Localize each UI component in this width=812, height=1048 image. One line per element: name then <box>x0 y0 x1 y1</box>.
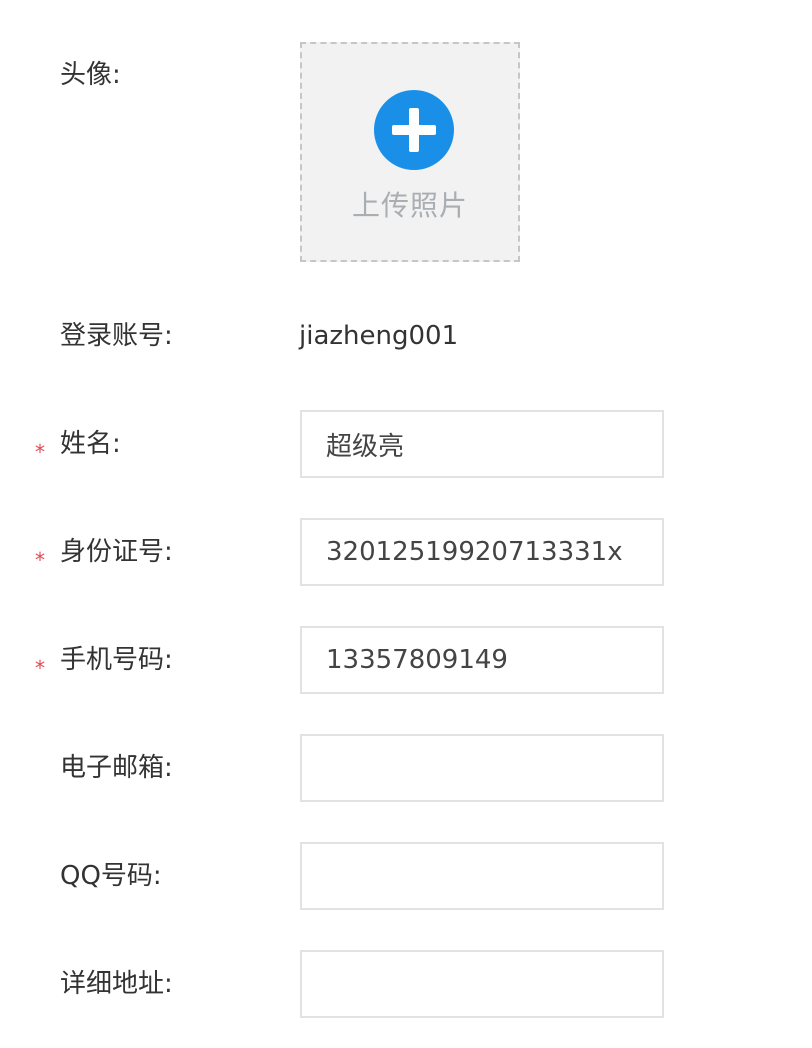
qq-label: QQ号码: <box>60 861 162 891</box>
address-input[interactable] <box>300 950 664 1018</box>
email-label: 电子邮箱: <box>60 753 173 783</box>
id-number-input[interactable] <box>300 518 664 586</box>
plus-circle-icon <box>374 90 454 170</box>
email-row: 电子邮箱: <box>0 734 812 802</box>
avatar-row: 头像: 上传照片 <box>0 0 812 280</box>
phone-row: * 手机号码: <box>0 626 812 694</box>
upload-photo-label: 上传照片 <box>351 189 468 222</box>
address-row: 详细地址: <box>0 950 812 1018</box>
qq-row: QQ号码: <box>0 842 812 910</box>
id-number-row: * 身份证号: <box>0 518 812 586</box>
required-mark: * <box>35 440 45 464</box>
profile-form: 头像: 上传照片 登录账号: jiazheng001 * 姓名: * 身份证号:… <box>0 0 812 1048</box>
address-label: 详细地址: <box>60 969 173 999</box>
required-mark: * <box>35 548 45 572</box>
login-account-row: 登录账号: jiazheng001 <box>0 300 812 380</box>
upload-photo-button[interactable]: 上传照片 <box>300 42 520 262</box>
login-account-label: 登录账号: <box>60 321 173 351</box>
required-mark: * <box>35 656 45 680</box>
qq-input[interactable] <box>300 842 664 910</box>
name-input[interactable] <box>300 410 664 478</box>
phone-input[interactable] <box>300 626 664 694</box>
name-row: * 姓名: <box>0 410 812 478</box>
avatar-label: 头像: <box>60 60 121 90</box>
id-number-label: 身份证号: <box>60 537 173 567</box>
phone-label: 手机号码: <box>60 645 173 675</box>
name-label: 姓名: <box>60 429 121 459</box>
email-input[interactable] <box>300 734 664 802</box>
login-account-value: jiazheng001 <box>299 321 459 351</box>
